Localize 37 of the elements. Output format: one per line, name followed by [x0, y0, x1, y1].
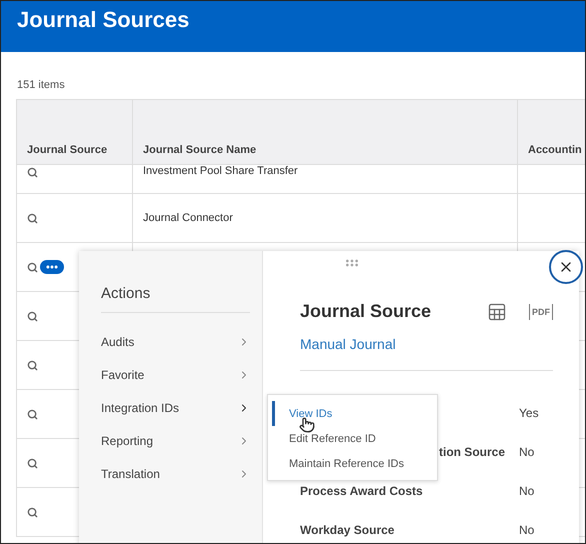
search-icon[interactable] — [27, 360, 38, 370]
column-header[interactable]: Accountin — [518, 100, 585, 164]
journal-link[interactable]: Manual Journal — [300, 336, 396, 352]
table-cell: Journal Connector — [143, 212, 233, 224]
pdf-button[interactable]: PDF — [529, 304, 553, 320]
search-icon[interactable] — [27, 458, 38, 468]
field-value: No — [519, 522, 536, 536]
detail-title: Journal Source — [300, 301, 432, 322]
column-header[interactable]: Journal Source — [17, 100, 133, 164]
field-value: No — [519, 484, 536, 498]
action-menu-item[interactable]: Audits — [101, 325, 250, 358]
page-title: Journal Sources — [17, 6, 190, 32]
field-label: Workday Source — [300, 522, 394, 536]
search-icon[interactable] — [27, 506, 38, 518]
column-header[interactable]: Journal Source Name — [133, 100, 518, 164]
submenu-item[interactable]: Maintain Reference IDs — [272, 451, 437, 476]
field-label: tion Source — [438, 444, 505, 458]
action-menu-item[interactable]: Translation — [101, 457, 250, 490]
item-count: 151 items — [17, 79, 66, 93]
action-menu-item[interactable]: Reporting — [101, 424, 250, 457]
submenu-item[interactable]: Edit Reference ID — [272, 426, 437, 451]
search-icon[interactable] — [27, 310, 38, 322]
search-icon[interactable] — [27, 212, 38, 224]
search-icon[interactable] — [27, 408, 38, 420]
actions-button[interactable] — [40, 260, 64, 274]
field-value: No — [519, 444, 536, 458]
actions-title: Actions — [101, 285, 250, 313]
search-icon[interactable] — [27, 167, 38, 178]
spreadsheet-icon[interactable] — [487, 302, 507, 322]
action-menu-item[interactable]: Favorite — [101, 358, 250, 391]
hand-cursor-icon — [299, 417, 315, 433]
field-value: Yes — [519, 406, 540, 420]
search-icon[interactable] — [27, 262, 38, 272]
action-menu-item[interactable]: Integration IDs — [101, 391, 250, 424]
table-cell: Investment Pool Share Transfer — [143, 165, 298, 177]
submenu-item[interactable]: View IDs — [272, 401, 437, 426]
field-label: Process Award Costs — [300, 484, 423, 498]
